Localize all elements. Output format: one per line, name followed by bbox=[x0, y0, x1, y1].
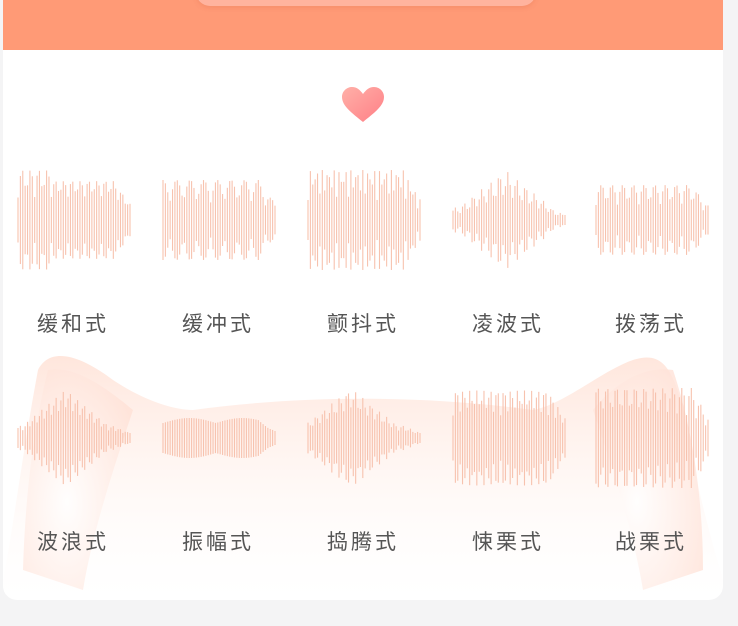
mode-button[interactable]: 缓冲式 bbox=[148, 158, 288, 348]
waveform-icon bbox=[307, 170, 421, 270]
mode-button[interactable]: 波浪式 bbox=[3, 376, 143, 566]
mode-label: 战栗式 bbox=[615, 530, 687, 554]
heart-icon bbox=[342, 87, 384, 122]
mode-label: 振幅式 bbox=[182, 530, 254, 554]
waveform-icon bbox=[17, 170, 131, 270]
top-banner-pill[interactable] bbox=[196, 0, 536, 6]
vibration-mode-panel: 缓和式 缓冲式 颤抖式 凌波式 拨荡式 波浪式 振幅式 捣腾式 悚栗式 战栗式 bbox=[3, 50, 723, 600]
mode-label: 缓冲式 bbox=[182, 312, 254, 336]
bottom-background bbox=[0, 600, 738, 626]
mode-label: 悚栗式 bbox=[472, 530, 544, 554]
top-banner bbox=[3, 0, 723, 50]
mode-label: 颤抖式 bbox=[327, 312, 399, 336]
waveform-icon bbox=[17, 391, 131, 485]
mode-label: 凌波式 bbox=[472, 312, 544, 336]
waveform-icon bbox=[595, 388, 709, 488]
waveform-icon bbox=[162, 180, 276, 260]
mode-button[interactable]: 凌波式 bbox=[438, 158, 578, 348]
mode-button[interactable]: 颤抖式 bbox=[293, 158, 433, 348]
waveform-icon bbox=[307, 392, 421, 484]
mode-label: 捣腾式 bbox=[327, 530, 399, 554]
mode-label: 缓和式 bbox=[37, 312, 109, 336]
mode-button[interactable]: 战栗式 bbox=[581, 376, 721, 566]
waveform-icon bbox=[595, 185, 709, 255]
mode-button[interactable]: 悚栗式 bbox=[438, 376, 578, 566]
waveform-icon bbox=[162, 418, 276, 458]
mode-label: 波浪式 bbox=[37, 530, 109, 554]
mode-label: 拨荡式 bbox=[615, 312, 687, 336]
waveform-icon bbox=[452, 390, 566, 486]
mode-button[interactable]: 拨荡式 bbox=[581, 158, 721, 348]
waveform-icon bbox=[452, 172, 566, 268]
mode-button[interactable]: 振幅式 bbox=[148, 376, 288, 566]
mode-button[interactable]: 捣腾式 bbox=[293, 376, 433, 566]
mode-button[interactable]: 缓和式 bbox=[3, 158, 143, 348]
